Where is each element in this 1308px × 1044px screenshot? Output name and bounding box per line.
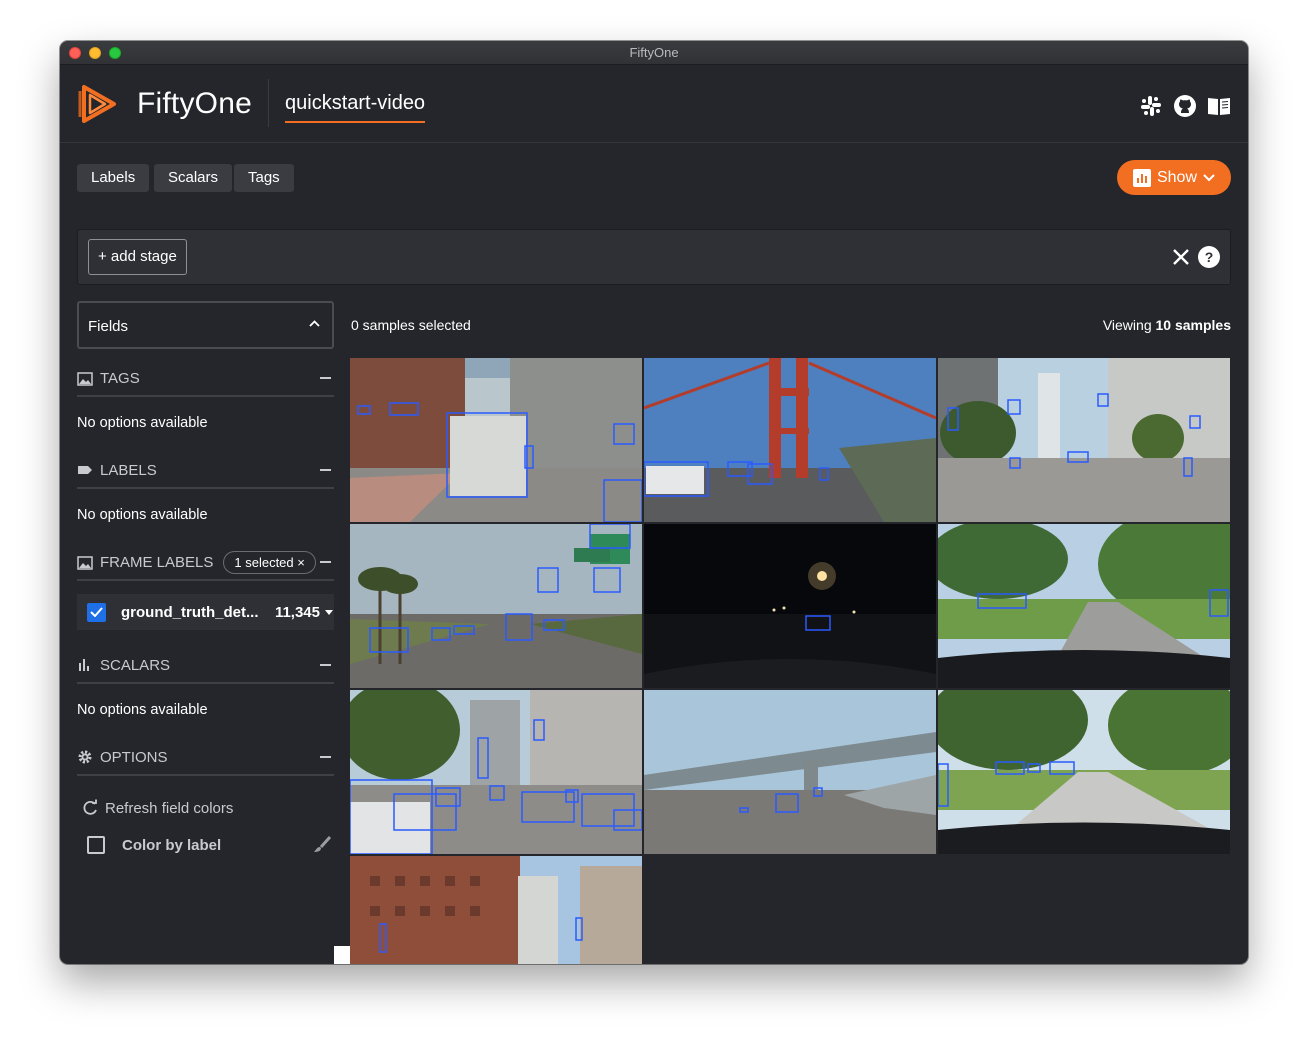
tab-labels[interactable]: Labels: [77, 164, 150, 192]
sample-tile[interactable]: [938, 690, 1230, 854]
gear-icon: [77, 749, 94, 766]
title-bar: FiftyOne: [60, 41, 1248, 65]
color-by-label-text: Color by label: [122, 836, 222, 854]
sample-tile[interactable]: [644, 524, 936, 688]
collapse-icon[interactable]: [320, 377, 331, 379]
refresh-icon: [81, 799, 99, 817]
resize-handle[interactable]: [334, 946, 350, 964]
selected-badge[interactable]: 1 selected ×: [223, 550, 316, 574]
sample-grid-panel: 0 samples selected Viewing 10 samples: [350, 301, 1231, 964]
color-by-label-checkbox[interactable]: [87, 836, 105, 854]
bar-chart-icon: [1132, 168, 1151, 187]
github-icon[interactable]: [1172, 93, 1198, 119]
scalars-section-header[interactable]: SCALARS: [77, 648, 334, 684]
refresh-colors-button[interactable]: Refresh field colors: [81, 793, 338, 823]
sample-tile[interactable]: [350, 358, 642, 522]
view-stage-bar: + add stage ?: [77, 229, 1231, 285]
field-name: ground_truth_det...: [121, 603, 259, 621]
app-window: FiftyOne FiftyOne quickstart-video Label…: [60, 41, 1248, 964]
help-icon[interactable]: ?: [1198, 246, 1220, 268]
dataset-selector[interactable]: quickstart-video: [285, 92, 426, 123]
sample-tile[interactable]: [938, 524, 1230, 688]
labels-section-header[interactable]: LABELS: [77, 453, 334, 489]
collapse-icon[interactable]: [320, 561, 331, 563]
sample-tile[interactable]: [350, 690, 642, 854]
paintbrush-icon[interactable]: [312, 835, 332, 859]
chevron-up-icon: [309, 320, 320, 327]
fields-label: Fields: [88, 318, 129, 335]
samples-selected-text: 0 samples selected: [351, 317, 471, 333]
sample-grid: [350, 358, 1231, 964]
image-icon: [77, 554, 94, 571]
tags-title: TAGS: [100, 369, 140, 387]
refresh-label: Refresh field colors: [105, 799, 234, 817]
expand-caret-icon[interactable]: [325, 610, 333, 615]
viewing-prefix: Viewing: [1102, 317, 1156, 333]
tab-tags[interactable]: Tags: [234, 164, 294, 192]
app-header: FiftyOne quickstart-video: [60, 65, 1248, 143]
sidebar: Fields TAGS No options available LABELS …: [77, 301, 334, 961]
tabs-bar: Labels Scalars Tags Show: [60, 143, 1248, 213]
labels-empty-text: No options available: [77, 507, 208, 523]
tab-scalars[interactable]: Scalars: [154, 164, 233, 192]
show-button[interactable]: Show: [1117, 160, 1231, 195]
brand-name[interactable]: FiftyOne: [137, 87, 252, 121]
collapse-icon[interactable]: [320, 664, 331, 666]
sample-tile[interactable]: [644, 690, 936, 854]
sample-tile[interactable]: [938, 358, 1230, 522]
collapse-icon[interactable]: [320, 756, 331, 758]
show-button-label: Show: [1156, 168, 1198, 186]
labels-title: LABELS: [100, 461, 157, 479]
fields-dropdown[interactable]: Fields: [77, 301, 334, 349]
chevron-down-icon: [1203, 173, 1215, 181]
svg-text:?: ?: [1205, 249, 1214, 265]
docs-book-icon[interactable]: [1206, 93, 1232, 119]
tags-section-header[interactable]: TAGS: [77, 361, 334, 397]
options-title: OPTIONS: [100, 748, 168, 766]
frame-labels-title: FRAME LABELS: [100, 553, 214, 571]
header-divider: [268, 79, 269, 127]
minimize-window-button[interactable]: [89, 47, 101, 59]
options-section-header[interactable]: OPTIONS: [77, 740, 334, 776]
clear-stages-icon[interactable]: [1170, 246, 1192, 268]
scalars-empty-text: No options available: [77, 702, 208, 718]
collapse-icon[interactable]: [320, 469, 331, 471]
scalars-title: SCALARS: [100, 656, 171, 674]
close-window-button[interactable]: [69, 47, 81, 59]
viewing-count-text: Viewing 10 samples: [1103, 317, 1231, 333]
frame-labels-section-header[interactable]: FRAME LABELS 1 selected ×: [77, 545, 334, 581]
selected-badge-text: 1 selected: [234, 554, 294, 570]
color-by-label-toggle[interactable]: Color by label: [87, 830, 344, 860]
fiftyone-logo-icon[interactable]: [78, 81, 120, 125]
clear-selection-icon[interactable]: ×: [297, 555, 305, 570]
field-count: 11,345: [274, 603, 320, 621]
slack-icon[interactable]: [1138, 93, 1164, 119]
sample-tile[interactable]: [350, 524, 642, 688]
window-title: FiftyOne: [629, 45, 679, 60]
tags-empty-text: No options available: [77, 415, 208, 431]
sample-tile[interactable]: [350, 856, 642, 964]
add-stage-button[interactable]: + add stage: [88, 239, 187, 275]
viewing-count: 10 samples: [1155, 317, 1232, 333]
sample-tile[interactable]: [644, 358, 936, 522]
field-checkbox[interactable]: [87, 602, 106, 622]
label-tag-icon: [77, 462, 94, 479]
frame-label-field-row[interactable]: ground_truth_det... 11,345: [77, 594, 334, 630]
maximize-window-button[interactable]: [109, 47, 121, 59]
image-icon: [77, 370, 94, 387]
bar-chart-icon: [77, 657, 94, 674]
